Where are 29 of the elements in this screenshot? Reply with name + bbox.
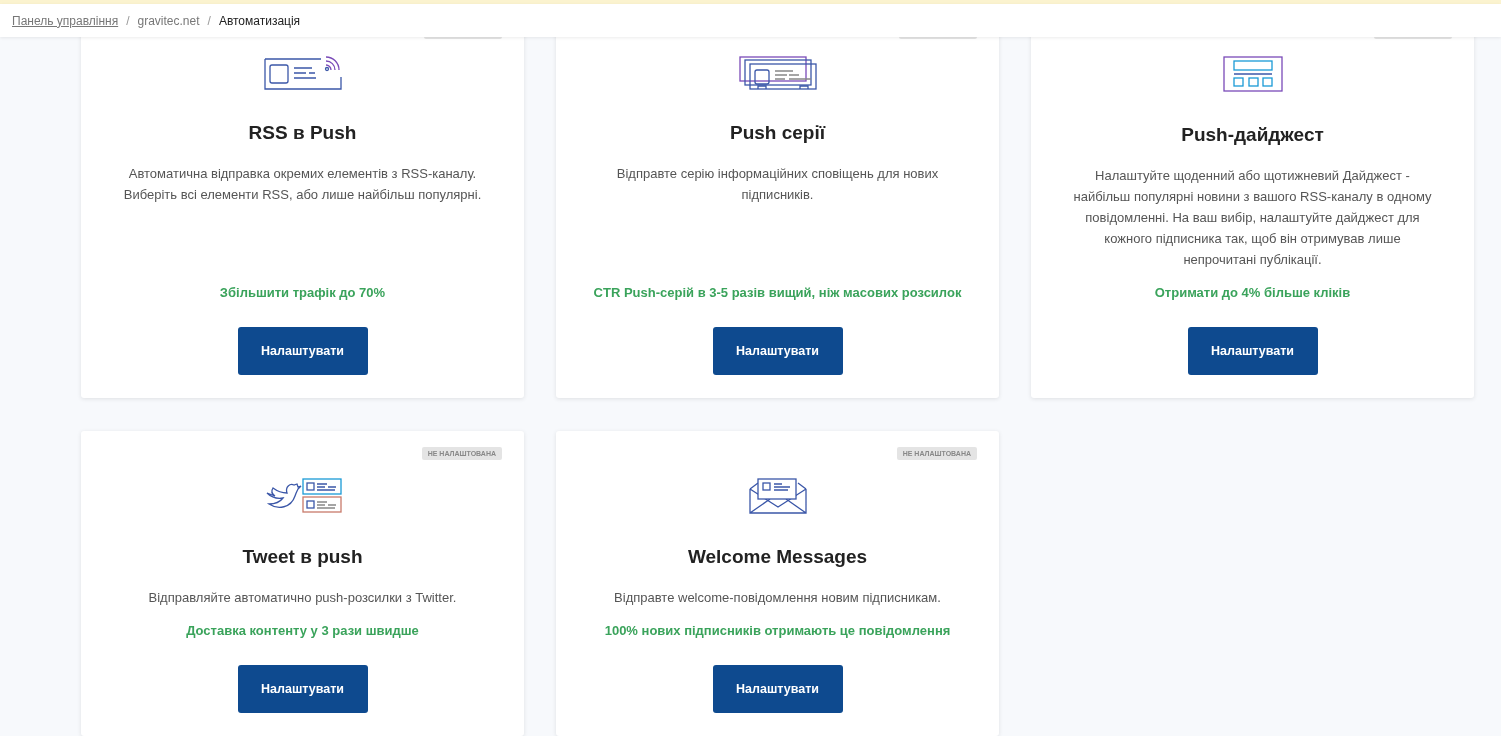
breadcrumb-separator: /: [207, 13, 211, 28]
rss-card-icon: [262, 55, 343, 91]
card-highlight: Отримати до 4% більше кліків: [1154, 284, 1351, 302]
card-highlight: 100% нових підписників отримають це повідомлення: [604, 622, 951, 640]
configure-button[interactable]: Налаштувати: [712, 327, 843, 375]
card-title: Tweet в push: [242, 545, 363, 569]
card-description: Відправте серію інформаційних сповіщень для нових підписників.: [615, 165, 940, 204]
card-highlight: Збільшити трафік до 70%: [219, 284, 386, 302]
configure-button[interactable]: Налаштувати: [1187, 327, 1318, 375]
card-description: Відправляйте автоматично push-розсилки з Twitter.: [148, 589, 457, 607]
configure-button[interactable]: Налаштувати: [237, 665, 368, 713]
card-highlight: Доставка контенту у 3 рази швидше: [186, 622, 419, 640]
configure-button[interactable]: Налаштувати: [712, 665, 843, 713]
breadcrumb-link[interactable]: Панель управління: [12, 13, 119, 28]
card-title: Push серії: [729, 121, 826, 145]
configure-button[interactable]: Налаштувати: [237, 327, 368, 375]
breadcrumb-current: Автоматизація: [218, 13, 301, 28]
breadcrumb-separator: /: [126, 13, 130, 28]
card-description: Налаштуйте щоденний або щотижневий Дайджест - найбільш популярні новини з вашого RSS-каналу в одному повідомленні. На ваш вибір, налаштуйте дайджест для кожного підписника так, щоб він отримував лише непрочитані публікації.: [1072, 167, 1433, 269]
card-highlight: CTR Push-серій в 3-5 разів вищий, ніж масових розсилок: [593, 284, 962, 302]
card-title: RSS в Push: [248, 121, 357, 145]
card-title: Push-дайджест: [1181, 123, 1324, 147]
layout-grid-icon: [1221, 55, 1284, 93]
card-description: Автоматична відправка окремих елементів з RSS-каналу. Виберіть всі елементи RSS, або лише найбільш популярні.: [122, 165, 483, 204]
breadcrumb-link[interactable]: gravitec.net: [137, 13, 200, 28]
card-title: Welcome Messages: [687, 545, 868, 569]
stacked-cards-icon: [737, 55, 818, 91]
envelope-icon: [747, 477, 808, 515]
card-description: Відправте welcome-повідомлення новим підписникам.: [614, 589, 941, 607]
